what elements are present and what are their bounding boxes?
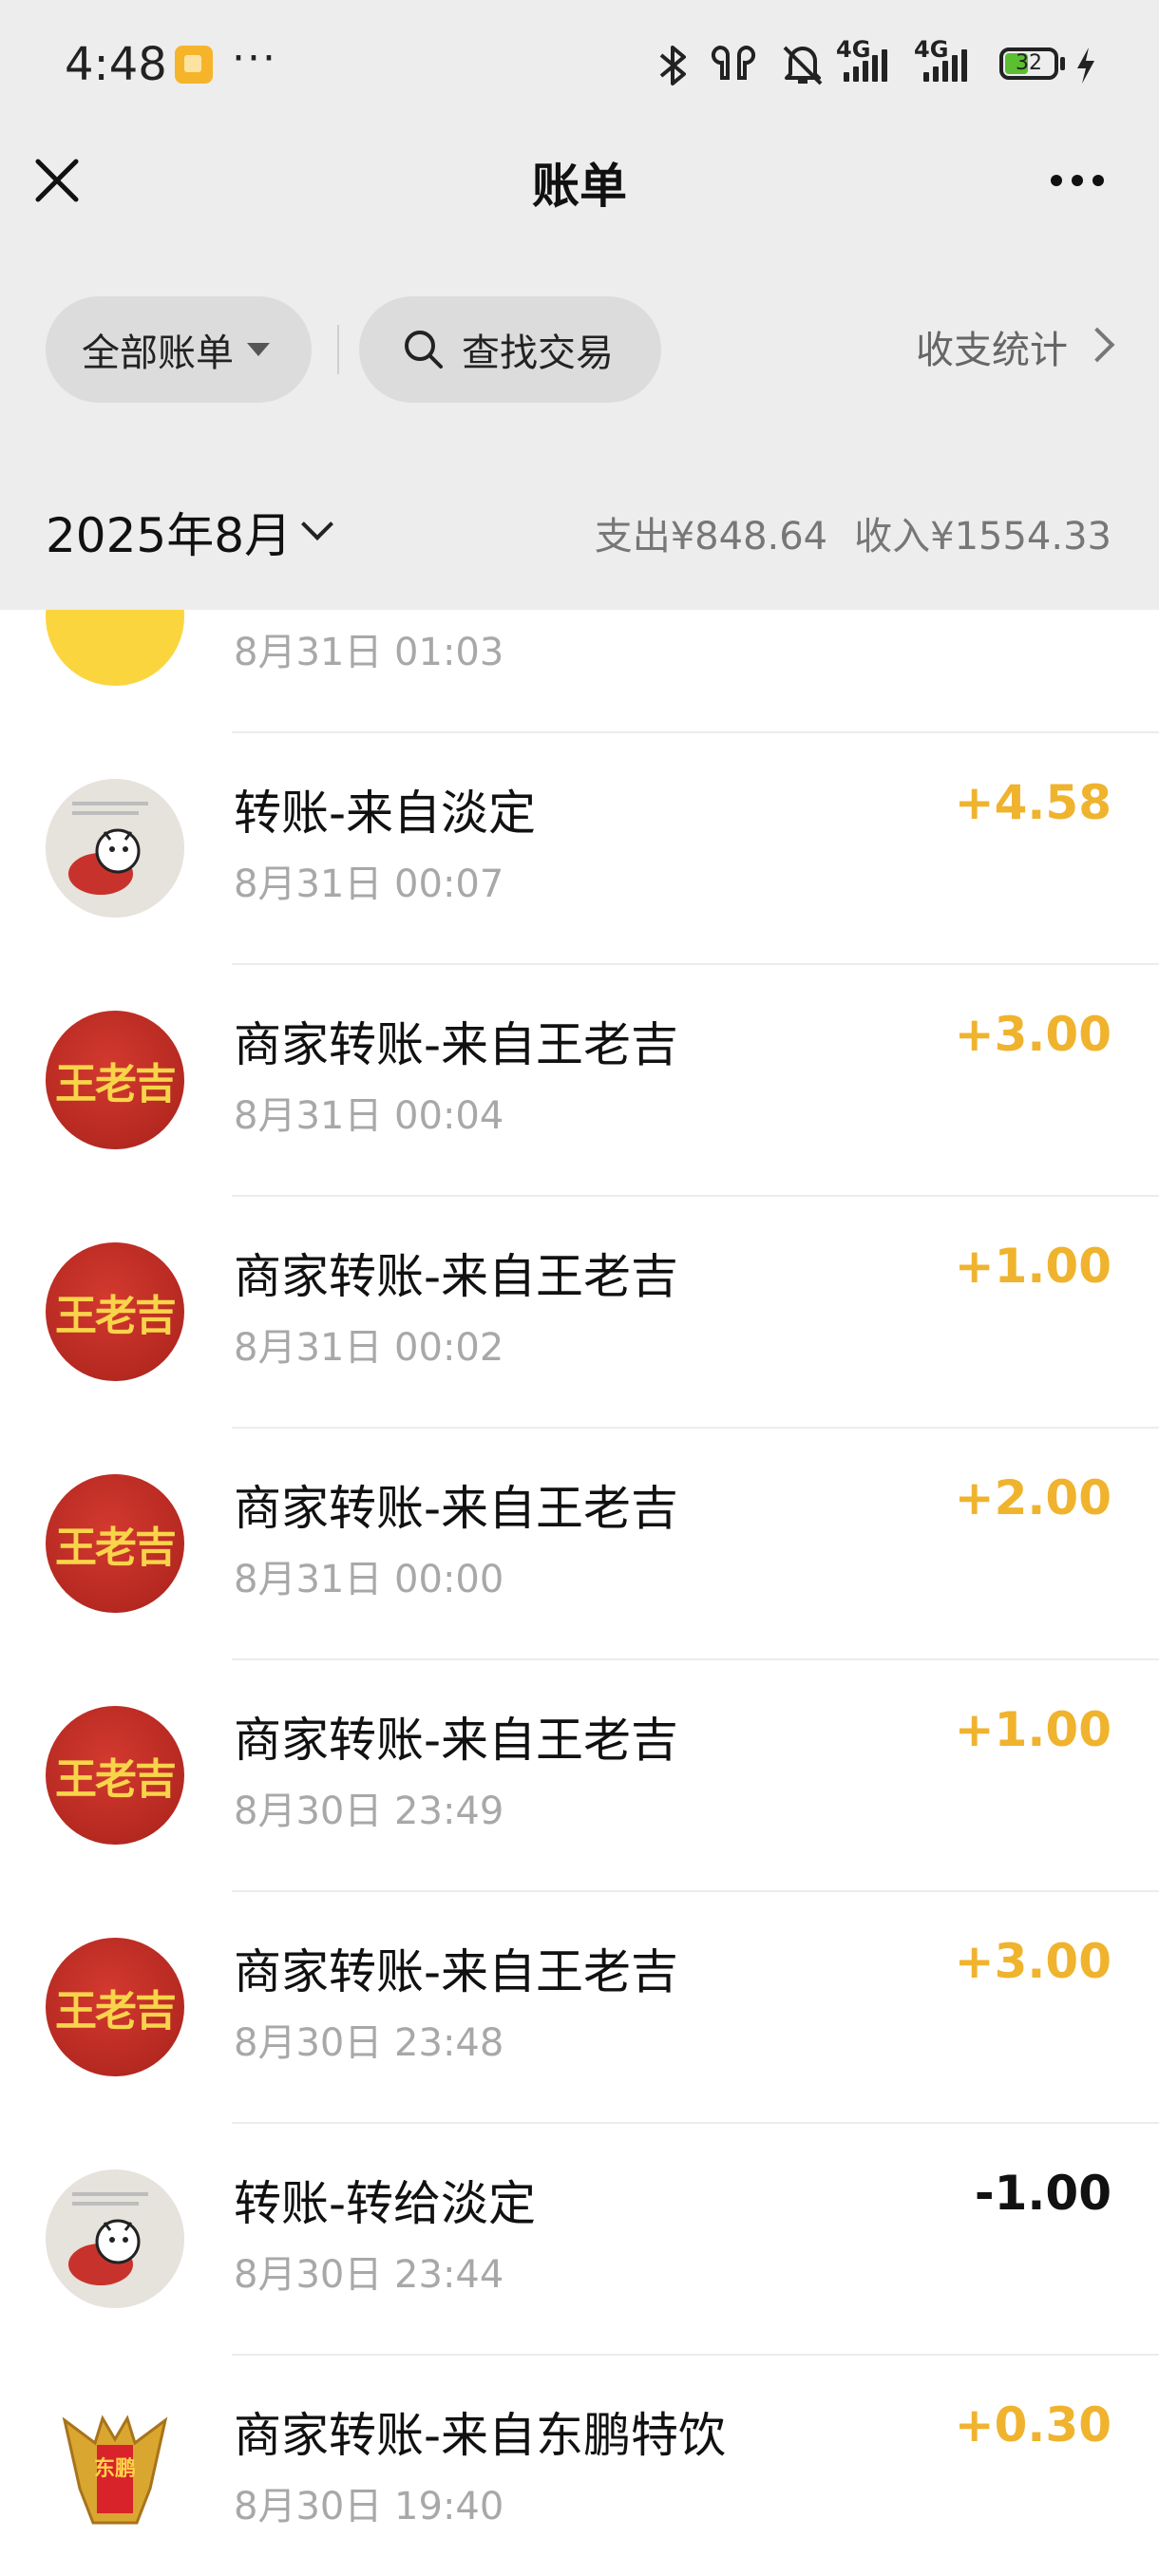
transaction-title: 商家转账-来自王老吉 — [234, 1713, 679, 1768]
cartoon-avatar-icon — [68, 2192, 148, 2285]
wanglaoji-logo: 王老吉 — [46, 1242, 184, 1381]
all-bills-label: 全部账单 — [82, 331, 234, 375]
filter-divider — [337, 325, 339, 374]
transaction-time: 8月31日 00:02 — [234, 1326, 504, 1370]
mute-bell-icon — [783, 46, 823, 85]
transaction-amount: -1.00 — [974, 2166, 1112, 2221]
page-title: 账单 — [532, 159, 627, 214]
transaction-time: 8月30日 23:44 — [234, 2253, 504, 2297]
transaction-amount: +1.00 — [954, 1702, 1112, 1757]
logo-text: 王老吉 — [55, 1987, 177, 2036]
transaction-title: 商家转账-来自王老吉 — [234, 1017, 679, 1072]
transaction-row[interactable]: 王老吉 商家转账-来自王老吉 8月30日 23:49 +1.00 — [0, 1660, 1159, 1892]
all-bills-dropdown[interactable]: 全部账单 — [46, 296, 312, 403]
signal-2-icon — [923, 49, 967, 82]
battery-icon: 32 — [999, 47, 1058, 80]
search-icon — [405, 331, 443, 369]
month-selector[interactable]: 2025年8月 — [46, 498, 292, 566]
transaction-time: 8月30日 19:40 — [234, 2485, 504, 2529]
transaction-title: 转账-来自淡定 — [234, 786, 537, 841]
logo-text: 东鹏 — [94, 2456, 136, 2481]
transaction-amount: +2.00 — [954, 1470, 1112, 1525]
caret-down-icon — [247, 343, 270, 356]
logo-text: 王老吉 — [55, 1524, 177, 1572]
transaction-amount: +1.00 — [954, 1239, 1112, 1294]
transaction-row[interactable]: 东鹏 商家转账-来自东鹏特饮 8月30日 19:40 +0.30 — [0, 2356, 1159, 2576]
transaction-amount: +0.30 — [954, 2397, 1112, 2453]
transaction-row[interactable]: 王老吉 商家转账-来自王老吉 8月31日 00:04 +3.00 — [0, 965, 1159, 1197]
wanglaoji-logo: 王老吉 — [46, 1938, 184, 2076]
transaction-row[interactable]: 8月31日 01:03 — [0, 610, 1159, 733]
battery-tip — [1060, 57, 1065, 70]
signal-1-icon — [844, 49, 887, 82]
dongpeng-logo: 东鹏 — [46, 2401, 184, 2540]
transaction-title: 商家转账-来自王老吉 — [234, 1249, 679, 1304]
transaction-time: 8月30日 23:49 — [234, 1790, 504, 1833]
transaction-row[interactable]: 转账-来自淡定 8月31日 00:07 +4.58 — [0, 733, 1159, 965]
transaction-list[interactable]: 8月31日 01:03 转账-来自淡定 8月31日 00:07 +4.58 王老… — [0, 610, 1159, 2576]
transaction-time: 8月31日 00:00 — [234, 1558, 504, 1601]
month-expense: 支出¥848.64 — [594, 515, 828, 559]
more-dot-icon — [1051, 175, 1062, 186]
cartoon-avatar-icon — [68, 802, 148, 895]
charging-icon — [1077, 47, 1094, 84]
transaction-amount: +3.00 — [954, 1934, 1112, 1989]
logo-text: 王老吉 — [55, 1060, 177, 1108]
dongpeng-logo-icon: 东鹏 — [62, 2415, 168, 2525]
bluetooth-icon — [659, 46, 686, 85]
contact-avatar — [46, 2169, 184, 2308]
logo-text: 王老吉 — [55, 1292, 177, 1340]
income-expense-stats-link[interactable]: 收支统计 — [916, 319, 1068, 374]
wanglaoji-logo: 王老吉 — [46, 1011, 184, 1149]
transaction-row[interactable]: 王老吉 商家转账-来自王老吉 8月30日 23:48 +3.00 — [0, 1892, 1159, 2124]
notes-app-icon — [175, 46, 213, 84]
transaction-amount: +4.58 — [954, 775, 1112, 830]
logo-text: 王老吉 — [55, 1755, 177, 1804]
wanglaoji-logo: 王老吉 — [46, 1474, 184, 1613]
battery-level: 32 — [1016, 51, 1042, 75]
transaction-time: 8月31日 01:03 — [234, 631, 504, 674]
contact-avatar — [46, 779, 184, 918]
more-options-button[interactable] — [1039, 160, 1115, 201]
more-dot-icon — [1072, 175, 1083, 186]
month-income: 收入¥1554.33 — [854, 515, 1112, 559]
wanglaoji-logo: 王老吉 — [46, 1706, 184, 1845]
search-transaction-button[interactable]: 查找交易 — [359, 296, 661, 403]
month-summary: 支出¥848.64 收入¥1554.33 — [568, 505, 1112, 560]
transaction-time: 8月30日 23:48 — [234, 2021, 504, 2065]
more-notifications-icon: ··· — [232, 34, 277, 83]
status-time: 4:48 — [65, 38, 167, 91]
transaction-row[interactable]: 转账-转给淡定 8月30日 23:44 -1.00 — [0, 2124, 1159, 2356]
search-label: 查找交易 — [462, 331, 614, 375]
merchant-avatar — [46, 610, 184, 686]
transaction-title: 转账-转给淡定 — [234, 2176, 537, 2231]
transaction-title: 商家转账-来自王老吉 — [234, 1481, 679, 1536]
transaction-time: 8月31日 00:04 — [234, 1094, 504, 1138]
transaction-row[interactable]: 王老吉 商家转账-来自王老吉 8月31日 00:02 +1.00 — [0, 1197, 1159, 1429]
transaction-time: 8月31日 00:07 — [234, 862, 504, 906]
transaction-amount: +3.00 — [954, 1007, 1112, 1062]
transaction-title: 商家转账-来自王老吉 — [234, 1944, 679, 1999]
transaction-title: 商家转账-来自东鹏特饮 — [234, 2408, 727, 2463]
more-dot-icon — [1092, 175, 1104, 186]
transaction-row[interactable]: 王老吉 商家转账-来自王老吉 8月31日 00:00 +2.00 — [0, 1429, 1159, 1660]
status-bar — [0, 0, 1159, 133]
earbuds-icon — [711, 45, 756, 80]
